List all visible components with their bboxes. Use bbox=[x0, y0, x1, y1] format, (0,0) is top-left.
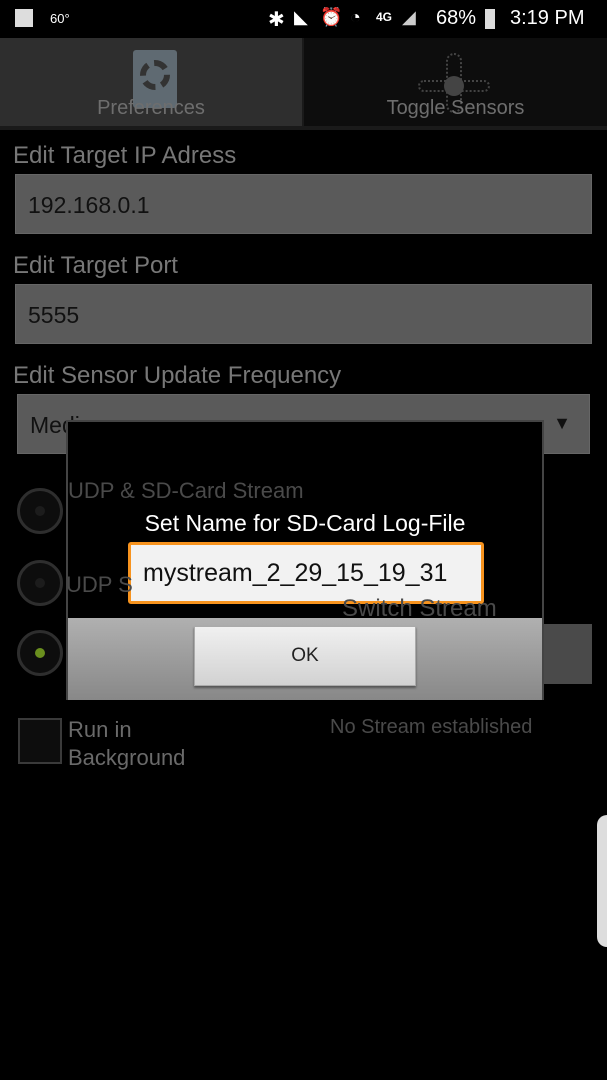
mute-icon: ◣ bbox=[294, 7, 308, 27]
clock: 3:19 PM bbox=[510, 7, 585, 29]
signal-icon: ◢ bbox=[402, 7, 416, 27]
tab-toggle-sensors[interactable]: Toggle Sensors bbox=[304, 38, 607, 126]
dialog-footer: OK bbox=[68, 618, 542, 700]
status-bar: 60° ✱ ◣ ⏰ ◔ 4G ◢ 68% 3:19 PM bbox=[0, 0, 607, 38]
radio-udp-sd-label: UDP & SD-Card Stream bbox=[68, 478, 304, 503]
run-background-checkbox[interactable] bbox=[18, 718, 62, 764]
radio-third[interactable] bbox=[17, 630, 63, 676]
tab-preferences[interactable]: Preferences bbox=[0, 38, 302, 126]
run-background-label: Run in Background bbox=[68, 717, 186, 770]
ok-button[interactable]: OK bbox=[194, 626, 416, 686]
port-label: Edit Target Port bbox=[13, 252, 178, 279]
radio-udp-label: UDP S bbox=[66, 572, 133, 597]
alarm-icon: ⏰ bbox=[320, 7, 343, 27]
bluetooth-icon: ✱ bbox=[268, 9, 285, 31]
stream-status: No Stream established bbox=[330, 716, 533, 738]
switch-stream-label: Switch Stream bbox=[342, 595, 497, 622]
radio-udp-sd[interactable] bbox=[17, 488, 63, 534]
gallery-icon bbox=[15, 9, 33, 27]
ip-input[interactable]: 192.168.0.1 bbox=[15, 174, 592, 234]
port-input[interactable]: 5555 bbox=[15, 284, 592, 344]
dropdown-arrow-icon: ▼ bbox=[553, 413, 571, 433]
ip-label: Edit Target IP Adress bbox=[13, 142, 237, 169]
dialog-title: Set Name for SD-Card Log-File bbox=[144, 510, 466, 536]
edge-panel-handle[interactable] bbox=[597, 815, 607, 947]
frequency-label: Edit Sensor Update Frequency bbox=[13, 362, 342, 389]
battery-percent: 68% bbox=[436, 7, 477, 29]
4g-icon: 4G bbox=[376, 10, 393, 24]
log-file-dialog: Set Name for SD-Card Log-File mystream_2… bbox=[66, 420, 544, 700]
wifi-icon: ◔ bbox=[350, 7, 361, 27]
radio-udp[interactable] bbox=[17, 560, 63, 606]
temperature: 60° bbox=[50, 11, 70, 26]
battery-icon bbox=[485, 9, 495, 29]
tab-bar: Preferences Toggle Sensors bbox=[0, 38, 607, 130]
